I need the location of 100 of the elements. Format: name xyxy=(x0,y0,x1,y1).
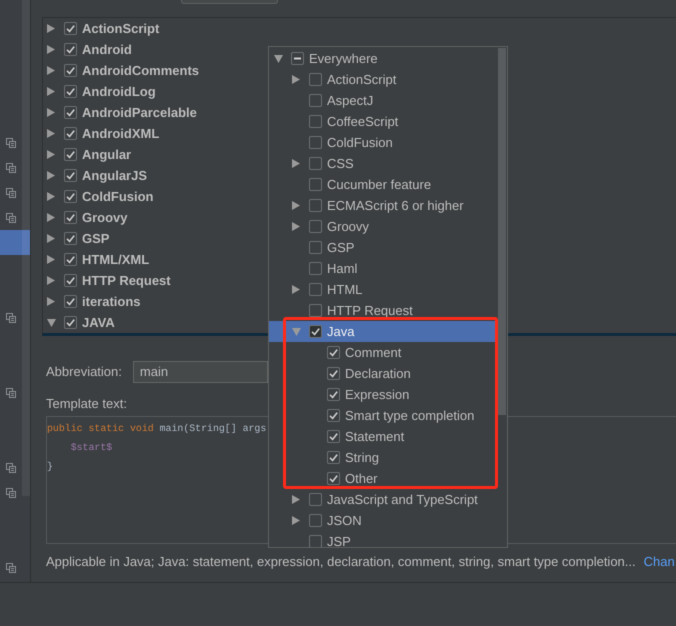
checkbox[interactable] xyxy=(64,211,77,224)
triangle-right-icon[interactable] xyxy=(292,222,300,231)
triangle-right-icon[interactable] xyxy=(47,213,55,222)
copy-icon[interactable] xyxy=(6,212,16,222)
template-group[interactable]: JAVA xyxy=(43,312,115,333)
checkbox[interactable] xyxy=(309,199,322,212)
triangle-right-icon[interactable] xyxy=(292,159,300,168)
context-item[interactable]: Statement xyxy=(269,426,498,447)
checkbox[interactable] xyxy=(309,325,322,338)
checkbox[interactable] xyxy=(64,274,77,287)
triangle-right-icon[interactable] xyxy=(47,234,55,243)
context-item[interactable]: HTML xyxy=(269,279,498,300)
triangle-right-icon[interactable] xyxy=(292,75,300,84)
checkbox[interactable] xyxy=(309,535,322,547)
triangle-right-icon[interactable] xyxy=(47,87,55,96)
checkbox[interactable] xyxy=(327,472,340,485)
checkbox[interactable] xyxy=(327,430,340,443)
template-group[interactable]: ColdFusion xyxy=(43,186,154,207)
triangle-right-icon[interactable] xyxy=(47,150,55,159)
checkbox[interactable] xyxy=(64,148,77,161)
checkbox[interactable] xyxy=(309,220,322,233)
checkbox[interactable] xyxy=(309,514,322,527)
context-item[interactable]: CoffeeScript xyxy=(269,111,498,132)
template-group[interactable]: HTML/XML xyxy=(43,249,150,270)
context-item[interactable]: ColdFusion xyxy=(269,132,498,153)
checkbox[interactable] xyxy=(309,94,322,107)
template-group[interactable]: AndroidLog xyxy=(43,81,156,102)
context-item[interactable]: JavaScript and TypeScript xyxy=(269,489,498,510)
context-item[interactable]: Everywhere xyxy=(269,48,498,69)
scrollbar-thumb[interactable] xyxy=(22,0,30,496)
checkbox[interactable] xyxy=(64,85,77,98)
triangle-right-icon[interactable] xyxy=(292,285,300,294)
copy-icon[interactable] xyxy=(6,388,16,398)
triangle-right-icon[interactable] xyxy=(292,201,300,210)
triangle-right-icon[interactable] xyxy=(47,255,55,264)
context-item[interactable]: String xyxy=(269,447,498,468)
checkbox[interactable] xyxy=(309,178,322,191)
triangle-right-icon[interactable] xyxy=(47,192,55,201)
checkbox[interactable] xyxy=(64,43,77,56)
checkbox[interactable] xyxy=(327,367,340,380)
checkbox[interactable] xyxy=(64,316,77,329)
copy-icon[interactable] xyxy=(6,312,16,322)
triangle-right-icon[interactable] xyxy=(47,297,55,306)
context-item[interactable]: CSS xyxy=(269,153,498,174)
context-item[interactable]: Comment xyxy=(269,342,498,363)
copy-icon[interactable] xyxy=(6,488,16,498)
checkbox[interactable] xyxy=(309,115,322,128)
copy-icon[interactable] xyxy=(6,162,16,172)
template-group[interactable]: Angular xyxy=(43,144,132,165)
checkbox[interactable] xyxy=(64,232,77,245)
context-item[interactable]: GSP xyxy=(269,237,498,258)
template-group[interactable]: iterations xyxy=(43,291,141,312)
context-item[interactable]: Java xyxy=(269,321,498,342)
context-item[interactable]: Haml xyxy=(269,258,498,279)
context-item[interactable]: HTTP Request xyxy=(269,300,498,321)
checkbox[interactable] xyxy=(64,253,77,266)
checkbox[interactable] xyxy=(64,64,77,77)
copy-icon[interactable] xyxy=(6,188,16,198)
checkbox[interactable] xyxy=(64,190,77,203)
context-item[interactable]: ActionScript xyxy=(269,69,498,90)
checkbox[interactable] xyxy=(309,136,322,149)
checkbox[interactable] xyxy=(327,409,340,422)
checkbox[interactable] xyxy=(327,346,340,359)
template-group[interactable]: AndroidParcelable xyxy=(43,102,197,123)
checkbox[interactable] xyxy=(327,388,340,401)
triangle-right-icon[interactable] xyxy=(292,495,300,504)
triangle-right-icon[interactable] xyxy=(47,171,55,180)
context-item[interactable]: AspectJ xyxy=(269,90,498,111)
triangle-right-icon[interactable] xyxy=(47,129,55,138)
abbreviation-field[interactable]: main xyxy=(132,361,268,383)
checkbox[interactable] xyxy=(309,283,322,296)
triangle-right-icon[interactable] xyxy=(292,516,300,525)
context-item[interactable]: Other xyxy=(269,468,498,489)
context-popup[interactable] xyxy=(268,46,508,548)
triangle-right-icon[interactable] xyxy=(47,24,55,33)
context-item[interactable]: Smart type completion xyxy=(269,405,498,426)
checkbox[interactable] xyxy=(309,493,322,506)
scrollbar-thumb[interactable] xyxy=(498,48,506,415)
checkbox[interactable] xyxy=(309,262,322,275)
context-item[interactable]: Expression xyxy=(269,384,498,405)
template-group[interactable]: AndroidXML xyxy=(43,123,160,144)
template-group[interactable]: Android xyxy=(43,39,132,60)
template-group[interactable]: AndroidComments xyxy=(43,60,199,81)
template-group[interactable]: HTTP Request xyxy=(43,270,171,291)
context-item[interactable]: Declaration xyxy=(269,363,498,384)
triangle-right-icon[interactable] xyxy=(47,276,55,285)
triangle-down-icon[interactable] xyxy=(274,54,283,62)
context-item[interactable]: Groovy xyxy=(269,216,498,237)
copy-icon[interactable] xyxy=(6,138,16,148)
copy-icon[interactable] xyxy=(6,562,16,572)
checkbox[interactable] xyxy=(64,295,77,308)
checkbox[interactable] xyxy=(327,451,340,464)
checkbox[interactable] xyxy=(309,304,322,317)
copy-icon[interactable] xyxy=(6,462,16,472)
triangle-right-icon[interactable] xyxy=(47,108,55,117)
checkbox[interactable] xyxy=(64,22,77,35)
change-link[interactable]: Chan xyxy=(644,554,675,570)
checkbox[interactable] xyxy=(309,157,322,170)
checkbox[interactable] xyxy=(291,52,304,65)
context-item[interactable]: JSP xyxy=(269,531,498,547)
